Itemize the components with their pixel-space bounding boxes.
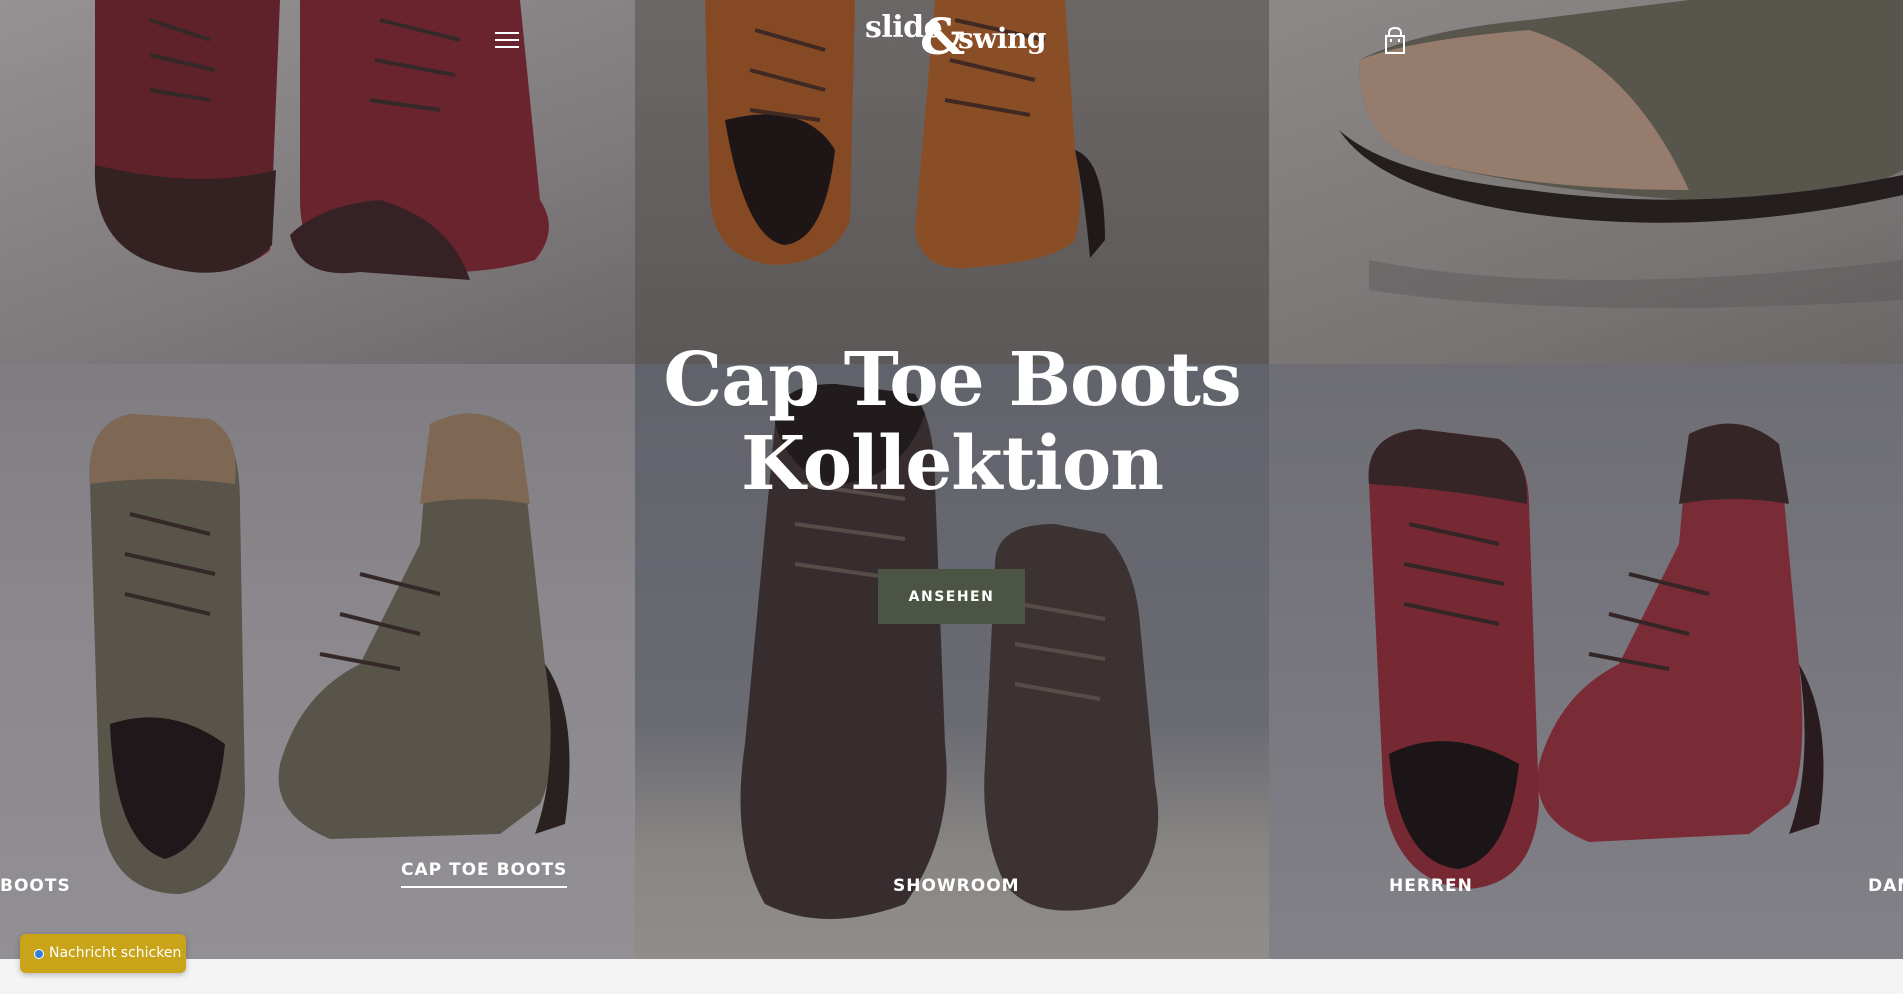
online-dot-icon (34, 949, 44, 959)
nav-item-showroom[interactable]: SHOWROOM (893, 876, 1020, 896)
site-logo[interactable]: slide & swing (860, 6, 1046, 70)
hamburger-menu-icon[interactable] (490, 26, 522, 52)
hero-title: Cap Toe Boots Kollektion (600, 338, 1304, 506)
nav-item-boots[interactable]: BOOTS (0, 876, 71, 896)
hero-title-line-2: Kollektion (740, 421, 1164, 507)
hero-title-line-1: Cap Toe Boots (663, 337, 1241, 423)
chat-button-label: Nachricht schicken (49, 945, 182, 961)
shopping-bag-icon[interactable] (1382, 26, 1408, 56)
view-collection-button[interactable]: ANSEHEN (878, 569, 1025, 624)
nav-item-herren[interactable]: HERREN (1389, 876, 1473, 896)
nav-item-damen[interactable]: DAM (1868, 876, 1903, 896)
hero-banner: slide & swing Cap Toe Boots Kollektion A… (0, 0, 1903, 959)
send-message-chat-button[interactable]: Nachricht schicken (20, 934, 186, 973)
logo-word-swing: swing (958, 22, 1046, 55)
nav-item-cap-toe-boots[interactable]: CAP TOE BOOTS (401, 860, 568, 888)
page-content-start (0, 959, 1903, 994)
